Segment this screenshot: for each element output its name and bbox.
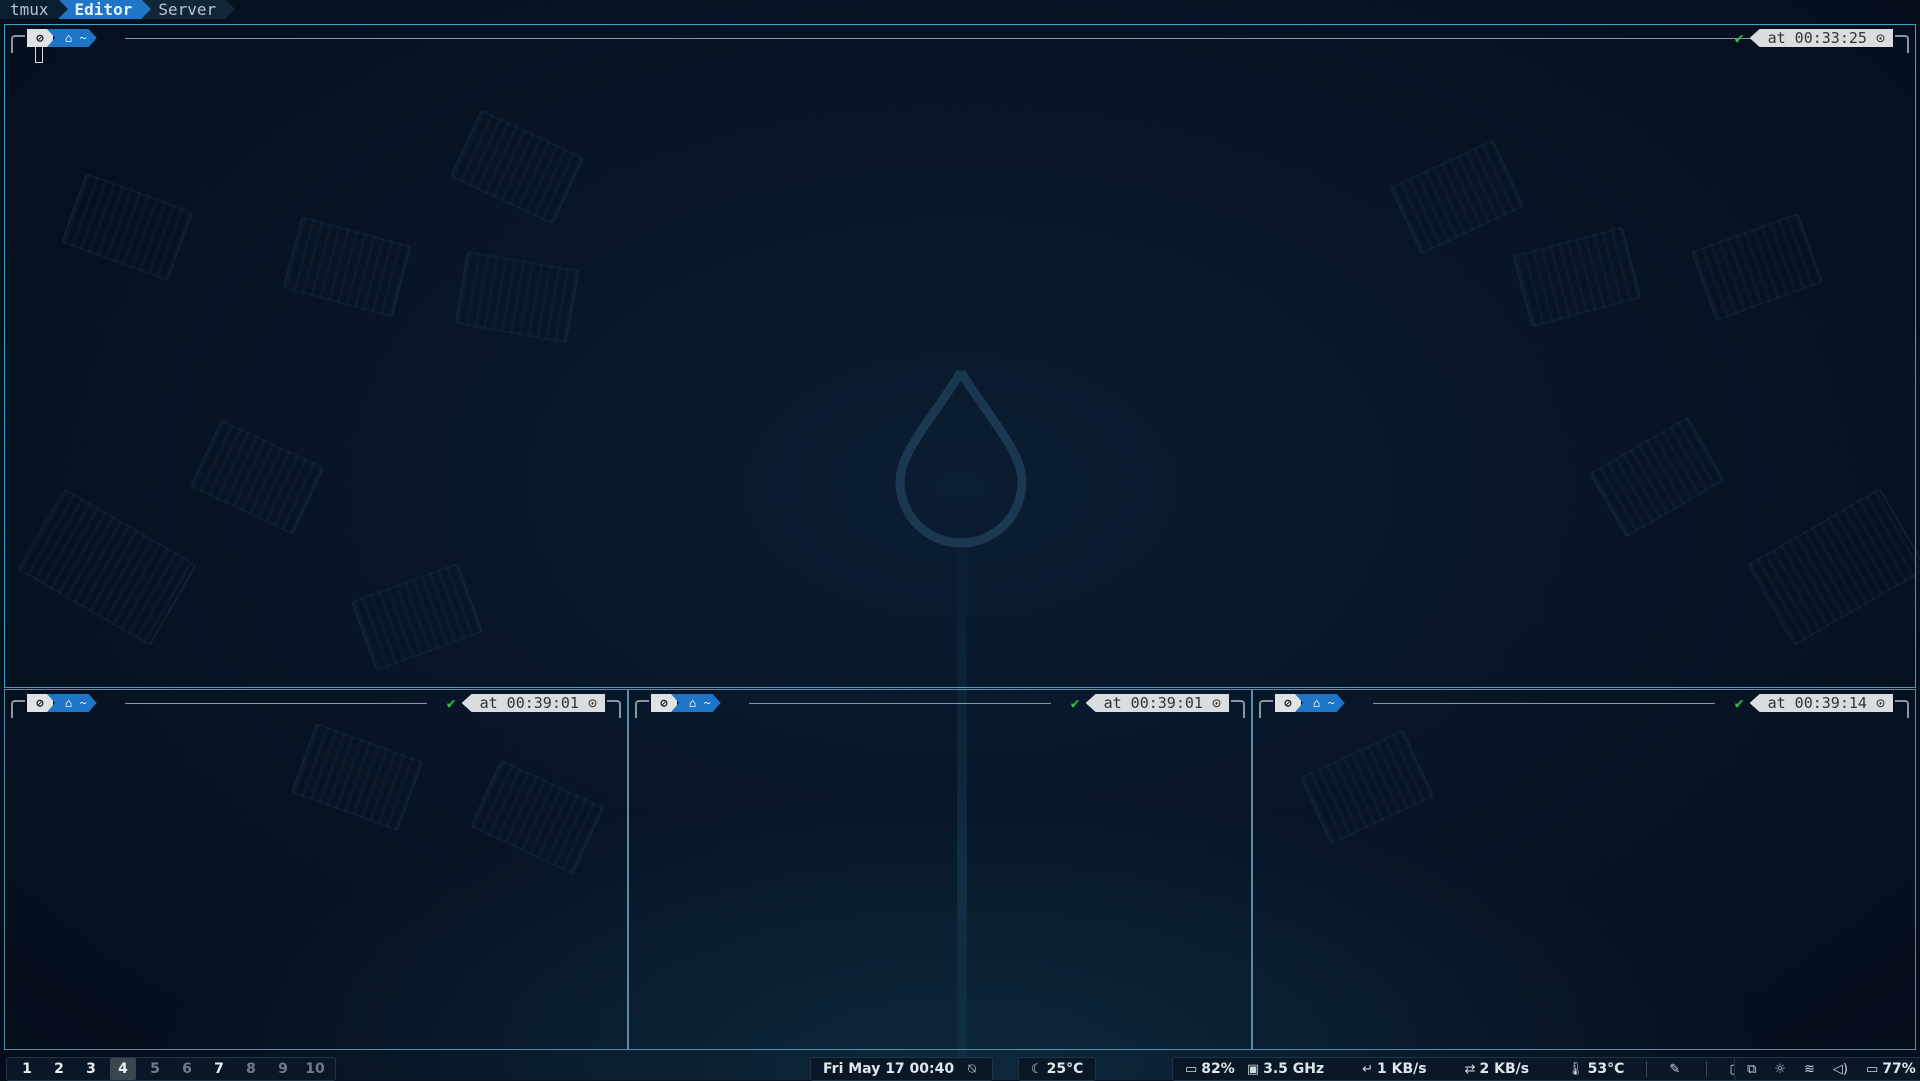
workspace-3[interactable]: 3 bbox=[75, 1058, 107, 1080]
terminal-cursor bbox=[35, 45, 43, 63]
prompt-right: ✔ at 00:39:14 ⊙ bbox=[1735, 694, 1893, 712]
prompt-right: ✔ at 00:33:25 ⊙ bbox=[1735, 29, 1893, 47]
directory-segment: ⌂ ~ bbox=[671, 694, 721, 712]
clock-text: Fri May 17 00:40 bbox=[823, 1061, 955, 1077]
cpu-icon: ▣ bbox=[1246, 1062, 1260, 1077]
system-bar: 1 2 3 4 5 6 7 8 9 10 Fri May 17 00:40 ⍉ … bbox=[0, 1054, 1920, 1081]
status-ok-icon: ✔ bbox=[446, 694, 456, 712]
tmux-session-label: tmux bbox=[0, 0, 68, 19]
brightness-icon[interactable]: ☼ bbox=[1774, 1062, 1786, 1077]
workspace-6[interactable]: 6 bbox=[171, 1058, 203, 1080]
os-icon: ⊘ bbox=[27, 694, 53, 712]
screen-icon[interactable]: ⧉ bbox=[1747, 1062, 1756, 1077]
terminal-pane-bottom-left[interactable]: ⊘ ⌂ ~ ✔ at 00:39:01 ⊙ bbox=[4, 689, 628, 1050]
net-up: 2 KB/s bbox=[1479, 1061, 1530, 1077]
tray-module: ⧉ ☼ ≋ ◁) ▭ 77% bbox=[1734, 1057, 1920, 1081]
tmux-window-server[interactable]: Server bbox=[142, 0, 236, 19]
prompt-time: at 00:33:25 ⊙ bbox=[1749, 29, 1893, 47]
moon-cloud-icon: ☾ bbox=[1031, 1062, 1043, 1077]
battery-icon: ▭ bbox=[1865, 1062, 1879, 1077]
os-icon: ⊘ bbox=[651, 694, 677, 712]
terminal-pane-top[interactable]: ⊘ ⌂ ~ ✔ at 00:33:25 ⊙ bbox=[4, 24, 1916, 688]
thermometer-icon: 🌡 bbox=[1567, 1062, 1584, 1077]
prompt-left: ⊘ ⌂ ~ bbox=[27, 694, 97, 712]
prompt-rule bbox=[749, 703, 1051, 704]
memory-icon: ▭ bbox=[1185, 1062, 1198, 1077]
status-ok-icon: ✔ bbox=[1734, 694, 1744, 712]
workspace-9[interactable]: 9 bbox=[267, 1058, 299, 1080]
prompt-rule bbox=[125, 703, 427, 704]
status-ok-icon: ✔ bbox=[1734, 29, 1744, 47]
terminal-pane-bottom-middle[interactable]: ⊘ ⌂ ~ ✔ at 00:39:01 ⊙ bbox=[628, 689, 1252, 1050]
notification-off-icon[interactable]: ⍉ bbox=[968, 1062, 976, 1077]
workspace-1[interactable]: 1 bbox=[11, 1058, 43, 1080]
prompt-right: ✔ at 00:39:01 ⊙ bbox=[447, 694, 605, 712]
workspace-switcher: 1 2 3 4 5 6 7 8 9 10 bbox=[6, 1057, 336, 1081]
upload-icon: ⇄ bbox=[1464, 1062, 1476, 1077]
prompt-right: ✔ at 00:39:01 ⊙ bbox=[1071, 694, 1229, 712]
workspace-8[interactable]: 8 bbox=[235, 1058, 267, 1080]
clock-module[interactable]: Fri May 17 00:40 ⍉ bbox=[810, 1057, 993, 1081]
workspace-10[interactable]: 10 bbox=[299, 1058, 331, 1080]
prompt-left: ⊘ ⌂ ~ bbox=[651, 694, 721, 712]
prompt-rule bbox=[1373, 703, 1715, 704]
prompt-time: at 00:39:14 ⊙ bbox=[1749, 694, 1893, 712]
stats-module: ▭82% ▣3.5 GHz ↵1 KB/s ⇄2 KB/s 🌡53°C ✎ ▢ bbox=[1172, 1057, 1759, 1081]
battery-level: 77% bbox=[1882, 1061, 1916, 1077]
status-ok-icon: ✔ bbox=[1070, 694, 1080, 712]
directory-segment: ⌂ ~ bbox=[1295, 694, 1345, 712]
download-icon: ↵ bbox=[1362, 1062, 1374, 1077]
memory-usage: 82% bbox=[1201, 1061, 1235, 1077]
tmux-status-bar: tmux Editor Server bbox=[0, 0, 236, 19]
prompt-time: at 00:39:01 ⊙ bbox=[1085, 694, 1229, 712]
prompt-left: ⊘ ⌂ ~ bbox=[1275, 694, 1345, 712]
net-down: 1 KB/s bbox=[1377, 1061, 1427, 1077]
cpu-temp: 53°C bbox=[1587, 1061, 1625, 1077]
color-picker-icon[interactable]: ✎ bbox=[1669, 1062, 1680, 1077]
weather-temp: 25°C bbox=[1046, 1061, 1084, 1077]
directory-segment: ⌂ ~ bbox=[47, 694, 97, 712]
weather-module[interactable]: ☾ 25°C bbox=[1018, 1057, 1097, 1081]
os-icon: ⊘ bbox=[1275, 694, 1301, 712]
prompt-rule bbox=[125, 38, 1755, 39]
workspace-2[interactable]: 2 bbox=[43, 1058, 75, 1080]
workspace-5[interactable]: 5 bbox=[139, 1058, 171, 1080]
workspace-4[interactable]: 4 bbox=[110, 1058, 136, 1080]
volume-icon[interactable]: ◁) bbox=[1833, 1062, 1848, 1077]
wifi-icon[interactable]: ≋ bbox=[1804, 1062, 1815, 1077]
directory-segment: ⌂ ~ bbox=[47, 29, 97, 47]
prompt-time: at 00:39:01 ⊙ bbox=[461, 694, 605, 712]
terminal-pane-bottom-right[interactable]: ⊘ ⌂ ~ ✔ at 00:39:14 ⊙ bbox=[1252, 689, 1916, 1050]
cpu-frequency: 3.5 GHz bbox=[1263, 1061, 1325, 1077]
tmux-window-editor[interactable]: Editor bbox=[58, 0, 152, 19]
workspace-7[interactable]: 7 bbox=[203, 1058, 235, 1080]
